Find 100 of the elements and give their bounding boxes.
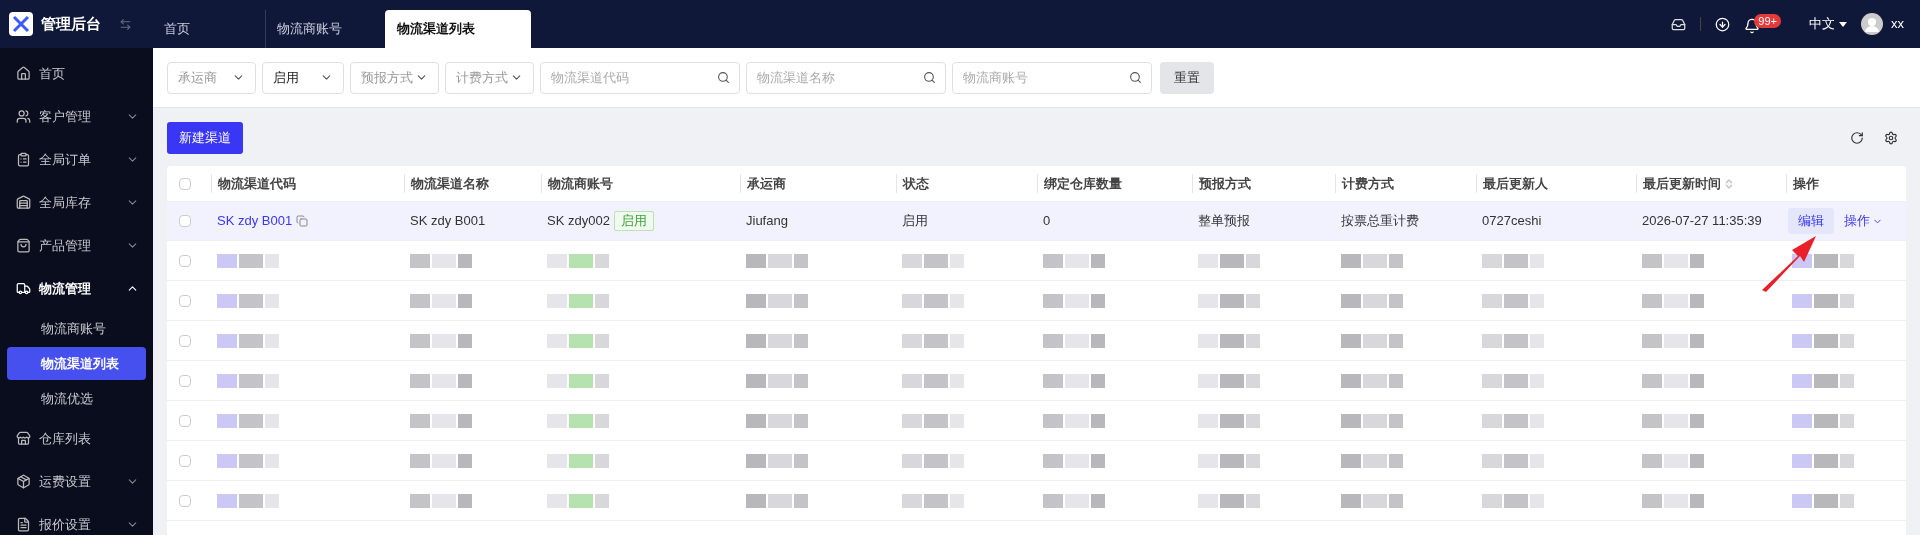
search-icon[interactable] xyxy=(1129,70,1142,84)
pixelated-cell xyxy=(217,253,279,268)
table-cell: 0 xyxy=(1043,213,1051,229)
row-checkbox[interactable] xyxy=(179,254,191,267)
status-tag: 启用 xyxy=(613,211,654,231)
sidebar-item[interactable]: 物流管理 xyxy=(0,267,153,310)
app-title: 管理后台 xyxy=(41,13,101,34)
row-checkbox[interactable] xyxy=(179,454,191,467)
pixelated-cell xyxy=(1198,293,1260,308)
pixelated-cell xyxy=(1792,493,1854,508)
row-checkbox[interactable] xyxy=(179,374,191,387)
sort-icon[interactable] xyxy=(1725,177,1733,190)
sidebar-item[interactable]: 运费设置 xyxy=(0,460,153,503)
collapse-icon[interactable] xyxy=(119,17,132,31)
pixelated-cell xyxy=(410,413,472,428)
sidebar-subitem[interactable]: 物流渠道列表 xyxy=(7,347,146,380)
pixelated-cell xyxy=(410,333,472,348)
refresh-icon[interactable] xyxy=(1850,131,1864,145)
column-header: 绑定仓库数量 xyxy=(1044,174,1122,193)
reset-button[interactable]: 重置 xyxy=(1160,61,1214,94)
search-field[interactable]: 物流商账号 xyxy=(952,61,1152,94)
actions-menu[interactable]: 操作 xyxy=(1844,211,1883,231)
pixelated-cell xyxy=(217,493,279,508)
pixelated-cell xyxy=(746,493,808,508)
pixelated-cell xyxy=(746,253,808,268)
pixelated-cell xyxy=(547,253,609,268)
sidebar-item[interactable]: 全局订单 xyxy=(0,138,153,181)
pixelated-cell xyxy=(1043,253,1105,268)
filter-select[interactable]: 启用 xyxy=(262,61,344,94)
row-checkbox[interactable] xyxy=(179,494,191,507)
edit-button[interactable]: 编辑 xyxy=(1788,208,1834,234)
column-header: 计费方式 xyxy=(1342,174,1394,193)
row-checkbox[interactable] xyxy=(179,334,191,347)
pixelated-cell xyxy=(1642,493,1704,508)
row-checkbox[interactable] xyxy=(179,294,191,307)
search-field[interactable]: 物流渠道代码 xyxy=(540,61,740,94)
pixelated-cell xyxy=(1043,373,1105,388)
column-header: 物流渠道名称 xyxy=(411,174,489,193)
tab[interactable]: 物流渠道列表 xyxy=(385,10,531,48)
pixelated-cell xyxy=(1792,413,1854,428)
truck-icon xyxy=(16,281,31,296)
pixelated-cell xyxy=(547,333,609,348)
table-row[interactable]: SK zdy B001 SK zdy B001 SK zdy002 启用 Jiufang 启用 0 整单预报 按票总重计费 0727ceshi 2026-07-27 11:35:39 编辑 操作 xyxy=(167,202,1906,241)
pixelated-cell xyxy=(1482,413,1544,428)
download-icon[interactable] xyxy=(1715,16,1731,32)
pixelated-cell xyxy=(1341,413,1403,428)
column-header: 物流商账号 xyxy=(548,174,613,193)
sidebar-item[interactable]: 报价设置 xyxy=(0,503,153,535)
sidebar-item[interactable]: 仓库列表 xyxy=(0,417,153,460)
pixelated-cell xyxy=(217,373,279,388)
pixelated-cell xyxy=(1642,373,1704,388)
avatar-icon[interactable] xyxy=(1861,13,1883,35)
search-icon[interactable] xyxy=(717,70,730,84)
logo-icon xyxy=(9,12,33,36)
store-icon xyxy=(16,431,31,446)
sidebar-item[interactable]: 首页 xyxy=(0,52,153,95)
select-all-checkbox[interactable] xyxy=(179,177,191,190)
sidebar-subitem[interactable]: 物流优选 xyxy=(7,382,146,415)
row-checkbox[interactable] xyxy=(179,414,191,427)
pixelated-cell xyxy=(217,453,279,468)
column-header: 预报方式 xyxy=(1199,174,1251,193)
table-cell-text: SK zdy002 xyxy=(547,212,610,231)
pixelated-cell xyxy=(1341,253,1403,268)
inbox-icon[interactable] xyxy=(1671,16,1687,32)
column-header: 承运商 xyxy=(747,174,786,193)
column-header: 状态 xyxy=(903,174,929,193)
column-header: 物流渠道代码 xyxy=(218,174,296,193)
search-icon[interactable] xyxy=(923,70,936,84)
pixelated-cell xyxy=(902,493,964,508)
pixelated-cell xyxy=(1642,293,1704,308)
pixelated-cell xyxy=(902,333,964,348)
pixelated-cell xyxy=(547,293,609,308)
channel-code-link[interactable]: SK zdy B001 xyxy=(217,211,293,231)
pixelated-cell xyxy=(1341,333,1403,348)
column-header: 最后更新时间 xyxy=(1643,174,1721,193)
users-icon xyxy=(16,109,31,124)
pixelated-cell xyxy=(410,293,472,308)
pixelated-cell xyxy=(746,333,808,348)
settings-icon[interactable] xyxy=(1884,131,1898,145)
sidebar-item[interactable]: 全局库存 xyxy=(0,181,153,224)
copy-icon[interactable] xyxy=(296,215,309,227)
pixelated-cell xyxy=(1198,453,1260,468)
pixelated-cell xyxy=(1043,453,1105,468)
pixelated-cell xyxy=(217,413,279,428)
new-channel-button[interactable]: 新建渠道 xyxy=(167,122,243,154)
clipboard-icon xyxy=(16,152,31,167)
language-menu[interactable]: 中文 xyxy=(1809,14,1847,34)
pixelated-cell xyxy=(1043,333,1105,348)
bag-icon xyxy=(16,238,31,253)
pixelated-cell xyxy=(1341,373,1403,388)
sidebar-item[interactable]: 产品管理 xyxy=(0,224,153,267)
pixelated-cell xyxy=(902,453,964,468)
pixelated-cell xyxy=(746,453,808,468)
row-checkbox[interactable] xyxy=(179,215,191,227)
sidebar-item[interactable]: 客户管理 xyxy=(0,95,153,138)
tab[interactable]: 首页 xyxy=(153,10,265,48)
pixelated-cell xyxy=(410,493,472,508)
pixelated-cell xyxy=(1792,253,1854,268)
search-field[interactable]: 物流渠道名称 xyxy=(746,61,946,94)
sidebar-subitem[interactable]: 物流商账号 xyxy=(7,312,146,345)
